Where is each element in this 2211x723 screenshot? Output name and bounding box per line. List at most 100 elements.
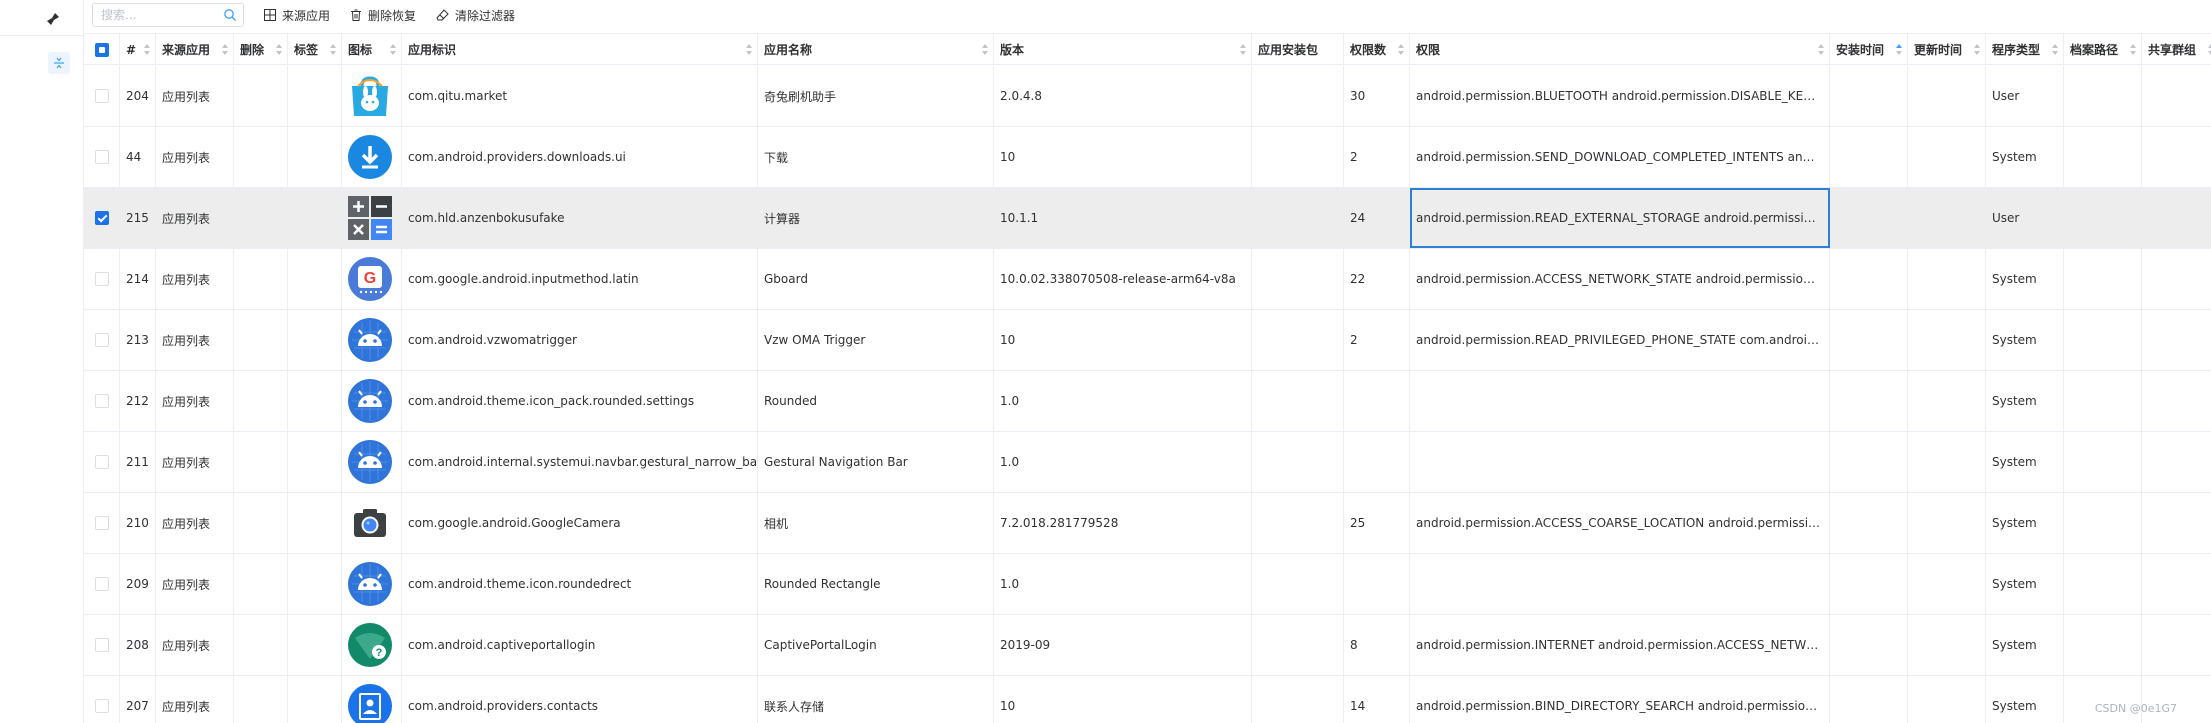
cell-package[interactable]: com.google.android.inputmethod.latin	[402, 249, 758, 309]
cell-shared[interactable]	[2142, 432, 2211, 492]
cell-tag[interactable]	[288, 554, 342, 614]
cell-check[interactable]	[84, 310, 120, 370]
row-checkbox[interactable]	[94, 211, 109, 225]
cell-permissions[interactable]	[1410, 554, 1830, 614]
cell-check[interactable]	[84, 554, 120, 614]
cell-tag[interactable]	[288, 310, 342, 370]
header-name[interactable]: 应用名称	[758, 34, 994, 65]
cell-source[interactable]: 应用列表	[156, 554, 234, 614]
cell-perm-count[interactable]	[1344, 371, 1410, 431]
cell-check[interactable]	[84, 66, 120, 126]
cell-perm-count[interactable]: 22	[1344, 249, 1410, 309]
cell-perm-count[interactable]: 25	[1344, 493, 1410, 553]
cell-deleted[interactable]	[234, 615, 288, 675]
cell-permissions[interactable]: android.permission.ACCESS_COARSE_LOCATIO…	[1410, 493, 1830, 553]
row-checkbox[interactable]	[94, 394, 109, 408]
cell-tag[interactable]	[288, 615, 342, 675]
cell-shared[interactable]	[2142, 310, 2211, 370]
cell-archive[interactable]	[2064, 249, 2142, 309]
cell-source[interactable]: 应用列表	[156, 615, 234, 675]
cell-id[interactable]: 215	[120, 188, 156, 248]
sort-icon[interactable]	[330, 44, 336, 55]
cell-id[interactable]: 214	[120, 249, 156, 309]
cell-source[interactable]: 应用列表	[156, 249, 234, 309]
cell-source[interactable]: 应用列表	[156, 188, 234, 248]
clear-filter-button[interactable]: 清除过滤器	[436, 7, 515, 24]
select-all-checkbox[interactable]	[94, 42, 109, 57]
broom-icon[interactable]	[46, 12, 60, 26]
cell-type[interactable]: System	[1986, 554, 2064, 614]
cell-install-time[interactable]	[1830, 66, 1908, 126]
cell-name[interactable]: CaptivePortalLogin	[758, 615, 994, 675]
cell-name[interactable]: Vzw OMA Trigger	[758, 310, 994, 370]
cell-name[interactable]: Gboard	[758, 249, 994, 309]
header-program-type[interactable]: 程序类型	[1986, 34, 2064, 65]
cell-type[interactable]: System	[1986, 310, 2064, 370]
cell-tag[interactable]	[288, 127, 342, 187]
header-deleted[interactable]: 删除	[234, 34, 288, 65]
row-checkbox[interactable]	[94, 455, 109, 469]
cell-check[interactable]	[84, 188, 120, 248]
cell-archive[interactable]	[2064, 66, 2142, 126]
row-checkbox[interactable]	[94, 699, 109, 713]
table-row[interactable]: 210 应用列表 com.google.android.GoogleCamera 相…	[84, 493, 2211, 554]
cell-update-time[interactable]	[1908, 493, 1986, 553]
cell-perm-count[interactable]	[1344, 554, 1410, 614]
cell-id[interactable]: 44	[120, 127, 156, 187]
search-input[interactable]	[93, 4, 243, 26]
cell-update-time[interactable]	[1908, 310, 1986, 370]
cell-deleted[interactable]	[234, 371, 288, 431]
cell-permissions[interactable]: android.permission.READ_EXTERNAL_STORAGE…	[1410, 188, 1830, 248]
cell-tag[interactable]	[288, 188, 342, 248]
cell-deleted[interactable]	[234, 127, 288, 187]
table-row[interactable]: 211 应用列表 com.android.internal.systemui.na…	[84, 432, 2211, 493]
cell-install-pkg[interactable]	[1252, 188, 1344, 248]
header-tag[interactable]: 标签	[288, 34, 342, 65]
cell-update-time[interactable]	[1908, 249, 1986, 309]
cell-check[interactable]	[84, 493, 120, 553]
cell-archive[interactable]	[2064, 432, 2142, 492]
cell-install-pkg[interactable]	[1252, 127, 1344, 187]
sort-icon[interactable]	[1818, 44, 1824, 55]
cell-update-time[interactable]	[1908, 432, 1986, 492]
cell-install-time[interactable]	[1830, 371, 1908, 431]
cell-deleted[interactable]	[234, 493, 288, 553]
cell-tag[interactable]	[288, 66, 342, 126]
header-index[interactable]: #	[120, 34, 156, 65]
cell-id[interactable]: 210	[120, 493, 156, 553]
table-row[interactable]: 209 应用列表 com.android.theme.icon.roundedre…	[84, 554, 2211, 615]
cell-archive[interactable]	[2064, 554, 2142, 614]
cell-archive[interactable]	[2064, 493, 2142, 553]
table-row[interactable]: 213 应用列表 com.android.vzwomatrigger Vzw OMA…	[84, 310, 2211, 371]
table-row[interactable]: 204 应用列表 com.qitu.market 奇兔刷机助手 2.0.4.8 30 an…	[84, 66, 2211, 127]
cell-deleted[interactable]	[234, 432, 288, 492]
cell-version[interactable]: 1.0	[994, 432, 1252, 492]
cell-tag[interactable]	[288, 676, 342, 723]
cell-check[interactable]	[84, 371, 120, 431]
table-row[interactable]: 44 应用列表 com.android.providers.downloads.u…	[84, 127, 2211, 188]
cell-version[interactable]: 10	[994, 127, 1252, 187]
cell-install-time[interactable]	[1830, 615, 1908, 675]
header-update-time[interactable]: 更新时间	[1908, 34, 1986, 65]
cell-shared[interactable]	[2142, 127, 2211, 187]
cell-install-pkg[interactable]	[1252, 676, 1344, 723]
cell-check[interactable]	[84, 615, 120, 675]
cell-install-pkg[interactable]	[1252, 66, 1344, 126]
cell-source[interactable]: 应用列表	[156, 676, 234, 723]
cell-version[interactable]: 10.0.02.338070508-release-arm64-v8a	[994, 249, 1252, 309]
cell-permissions[interactable]: android.permission.SEND_DOWNLOAD_COMPLET…	[1410, 127, 1830, 187]
cell-tag[interactable]	[288, 432, 342, 492]
header-perm-count[interactable]: 权限数	[1344, 34, 1410, 65]
row-checkbox[interactable]	[94, 272, 109, 286]
cell-package[interactable]: com.hld.anzenbokusufake	[402, 188, 758, 248]
cell-package[interactable]: com.qitu.market	[402, 66, 758, 126]
source-app-button[interactable]: 来源应用	[264, 7, 330, 24]
cell-package[interactable]: com.android.theme.icon_pack.rounded.sett…	[402, 371, 758, 431]
cell-archive[interactable]	[2064, 615, 2142, 675]
cell-shared[interactable]	[2142, 615, 2211, 675]
cell-type[interactable]: User	[1986, 188, 2064, 248]
sort-icon[interactable]	[1240, 44, 1246, 55]
cell-permissions[interactable]: android.permission.BIND_DIRECTORY_SEARCH…	[1410, 676, 1830, 723]
cell-shared[interactable]	[2142, 554, 2211, 614]
cell-install-pkg[interactable]	[1252, 310, 1344, 370]
